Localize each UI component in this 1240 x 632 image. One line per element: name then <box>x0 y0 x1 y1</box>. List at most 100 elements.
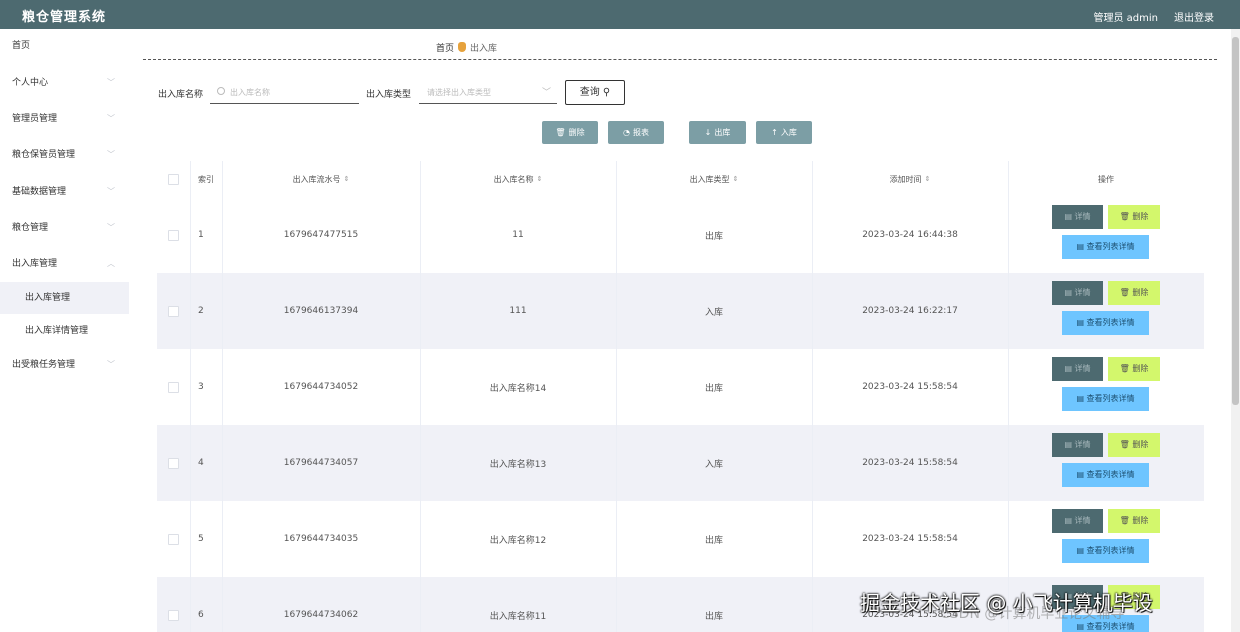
sidebar-item-personal-center[interactable]: 个人中心 ﹀ <box>0 71 129 95</box>
header-name[interactable]: 出入库名称 ⇕ <box>420 161 616 197</box>
row-index: 6 <box>198 610 204 620</box>
row-name: 出入库名称11 <box>489 611 547 622</box>
list-icon: ▤ <box>1076 394 1087 403</box>
list-detail-button[interactable]: ▤ 查看列表详情 <box>1062 311 1149 335</box>
row-name: 出入库名称12 <box>489 535 547 546</box>
row-checkbox[interactable] <box>168 533 179 545</box>
row-serial: 1679644734062 <box>283 610 359 620</box>
row-index: 4 <box>198 458 204 468</box>
divider <box>143 59 1217 60</box>
header-type-label: 出入库类型 <box>689 174 730 184</box>
row-checkbox[interactable] <box>168 381 179 393</box>
sidebar-item-label: 出入库管理 <box>12 259 58 269</box>
sort-icon: ⇕ <box>732 175 739 183</box>
query-button[interactable]: 查询 ⚲ <box>565 80 625 105</box>
row-name: 出入库名称13 <box>489 459 547 470</box>
row-actions: ▤ 详情 🗑 删除 ▤ 查看列表详情 <box>1009 425 1204 501</box>
sidebar-item-basic-data[interactable]: 基础数据管理 ﹀ <box>0 180 129 204</box>
scrollbar-thumb[interactable] <box>1232 37 1239 405</box>
row-index: 1 <box>198 230 204 240</box>
sidebar-subitem-label: 出入库详情管理 <box>25 326 89 336</box>
column-divider <box>812 161 813 632</box>
breadcrumb-home[interactable]: 首页 <box>436 44 454 54</box>
sidebar-subitem-label: 出入库管理 <box>25 293 71 303</box>
row-actions: ▤ 详情 🗑 删除 ▤ 查看列表详情 <box>1009 501 1204 577</box>
list-detail-label: 查看列表详情 <box>1086 318 1135 327</box>
row-checkbox[interactable] <box>168 457 179 469</box>
trash-icon: 🗑 <box>1119 288 1133 297</box>
delete-button[interactable]: 🗑 删除 <box>1108 357 1160 381</box>
header-name-label: 出入库名称 <box>493 174 534 184</box>
row-name: 出入库名称14 <box>489 383 547 394</box>
search-icon: ⚲ <box>602 87 611 98</box>
delete-button[interactable]: 🗑 删除 <box>1108 205 1160 229</box>
in-stock-button[interactable]: ↑ 入库 <box>756 121 812 144</box>
header-serial[interactable]: 出入库流水号 ⇕ <box>222 161 420 197</box>
sidebar-item-admin[interactable]: 管理员管理 ﹀ <box>0 107 129 131</box>
column-divider <box>190 161 191 632</box>
table-row: 1 1679647477515 11 出库 2023-03-24 16:44:38 ▤ 详… <box>157 197 1204 273</box>
delete-label: 删除 <box>1132 516 1149 525</box>
search-type-placeholder: 请选择出入库类型 <box>427 88 491 97</box>
sidebar-item-home[interactable]: 首页 <box>0 34 129 58</box>
delete-button[interactable]: 🗑 删除 <box>1108 433 1160 457</box>
table-row: 2 1679646137394 111 入库 2023-03-24 16:22:17 ▤ … <box>157 273 1204 349</box>
chevron-down-icon: ﹀ <box>107 150 115 159</box>
trash-icon: 🗑 <box>1119 440 1133 449</box>
detail-icon: ▤ <box>1064 516 1075 525</box>
report-button[interactable]: ◔ 报表 <box>608 121 664 144</box>
row-checkbox[interactable] <box>168 305 179 317</box>
delete-label: 删除 <box>1132 364 1149 373</box>
watermark: 掘金技术社区 @ 小飞计算机毕设 <box>860 591 1153 615</box>
batch-delete-label: 删除 <box>568 128 585 137</box>
sidebar-subitem-inout-detail[interactable]: 出入库详情管理 <box>0 315 129 347</box>
row-time: 2023-03-24 15:58:54 <box>862 458 958 468</box>
detail-button[interactable]: ▤ 详情 <box>1052 357 1103 381</box>
chart-icon: ◔ <box>623 128 630 137</box>
delete-button[interactable]: 🗑 删除 <box>1108 281 1160 305</box>
batch-delete-button[interactable]: 🗑 删除 <box>542 121 598 144</box>
row-select-cell <box>157 577 190 632</box>
select-all-checkbox[interactable] <box>168 173 179 185</box>
detail-button[interactable]: ▤ 详情 <box>1052 205 1103 229</box>
row-actions: ▤ 详情 🗑 删除 ▤ 查看列表详情 <box>1009 197 1204 273</box>
detail-button[interactable]: ▤ 详情 <box>1052 433 1103 457</box>
detail-label: 详情 <box>1074 364 1091 373</box>
page-scrollbar[interactable] <box>1231 29 1240 632</box>
search-name-input[interactable]: 出入库名称 <box>210 81 359 104</box>
row-checkbox[interactable] <box>168 229 179 241</box>
search-type-label: 出入库类型 <box>366 90 412 100</box>
search-type-select[interactable]: 请选择出入库类型 ﹀ <box>419 81 557 104</box>
list-detail-button[interactable]: ▤ 查看列表详情 <box>1062 387 1149 411</box>
list-detail-label: 查看列表详情 <box>1086 470 1135 479</box>
logout-link[interactable]: 退出登录 <box>1174 9 1214 24</box>
column-divider <box>222 161 223 632</box>
list-detail-label: 查看列表详情 <box>1086 242 1135 251</box>
list-detail-label: 查看列表详情 <box>1086 622 1135 631</box>
trash-icon: 🗑 <box>1119 212 1133 221</box>
sidebar-subitem-inout-management[interactable]: 出入库管理 <box>0 282 129 314</box>
sidebar-item-label: 基础数据管理 <box>12 187 67 197</box>
row-checkbox[interactable] <box>168 609 179 621</box>
detail-button[interactable]: ▤ 详情 <box>1052 509 1103 533</box>
row-serial: 1679644734057 <box>283 458 359 468</box>
sidebar-item-granary[interactable]: 粮仓管理 ﹀ <box>0 216 129 240</box>
out-stock-button[interactable]: ↓ 出库 <box>689 121 746 144</box>
delete-button[interactable]: 🗑 删除 <box>1108 509 1160 533</box>
list-detail-label: 查看列表详情 <box>1086 394 1135 403</box>
sidebar-item-keeper[interactable]: 粮仓保管员管理 ﹀ <box>0 143 129 167</box>
header-time[interactable]: 添加时间 ⇕ <box>812 161 1008 197</box>
sidebar-item-inout[interactable]: 出入库管理 ︿ <box>0 252 129 276</box>
detail-button[interactable]: ▤ 详情 <box>1052 281 1103 305</box>
list-detail-button[interactable]: ▤ 查看列表详情 <box>1062 235 1149 259</box>
header-type[interactable]: 出入库类型 ⇕ <box>616 161 812 197</box>
list-detail-button[interactable]: ▤ 查看列表详情 <box>1062 539 1149 563</box>
list-detail-button[interactable]: ▤ 查看列表详情 <box>1062 463 1149 487</box>
row-actions: ▤ 详情 🗑 删除 ▤ 查看列表详情 <box>1009 349 1204 425</box>
arrow-up-icon: ↑ <box>771 128 778 137</box>
row-serial: 1679646137394 <box>283 306 359 316</box>
detail-label: 详情 <box>1074 440 1091 449</box>
sidebar-item-task[interactable]: 出受粮任务管理 ﹀ <box>0 353 129 377</box>
row-serial: 1679644734052 <box>283 382 359 392</box>
list-detail-label: 查看列表详情 <box>1086 546 1135 555</box>
